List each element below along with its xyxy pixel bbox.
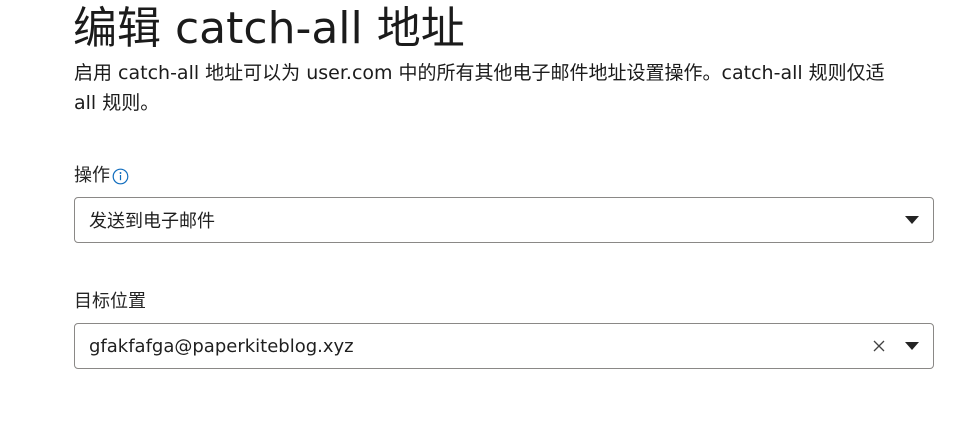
info-icon[interactable] [112, 168, 129, 185]
target-label: 目标位置 [74, 291, 146, 313]
page-title: 编辑 catch-all 地址 [73, 3, 465, 54]
action-label-text: 操作 [74, 165, 110, 186]
action-dropdown[interactable]: 发送到电子邮件 [74, 197, 934, 243]
chevron-down-icon[interactable] [897, 205, 927, 235]
close-icon[interactable] [865, 332, 893, 360]
description-line-2: all 规则。 [74, 92, 160, 114]
edit-catch-all-panel: 编辑 catch-all 地址 启用 catch-all 地址可以为 user.… [0, 0, 974, 443]
action-selected-value: 发送到电子邮件 [89, 211, 215, 232]
action-label: 操作 [74, 165, 129, 187]
target-label-text: 目标位置 [74, 291, 146, 312]
target-email-value: gfakfafga@paperkiteblog.xyz [89, 335, 354, 357]
chevron-down-icon[interactable] [897, 331, 927, 361]
description-line-1: 启用 catch-all 地址可以为 user.com 中的所有其他电子邮件地址… [74, 62, 885, 84]
page-description: 启用 catch-all 地址可以为 user.com 中的所有其他电子邮件地址… [74, 58, 974, 118]
target-combobox[interactable]: gfakfafga@paperkiteblog.xyz [74, 323, 934, 369]
